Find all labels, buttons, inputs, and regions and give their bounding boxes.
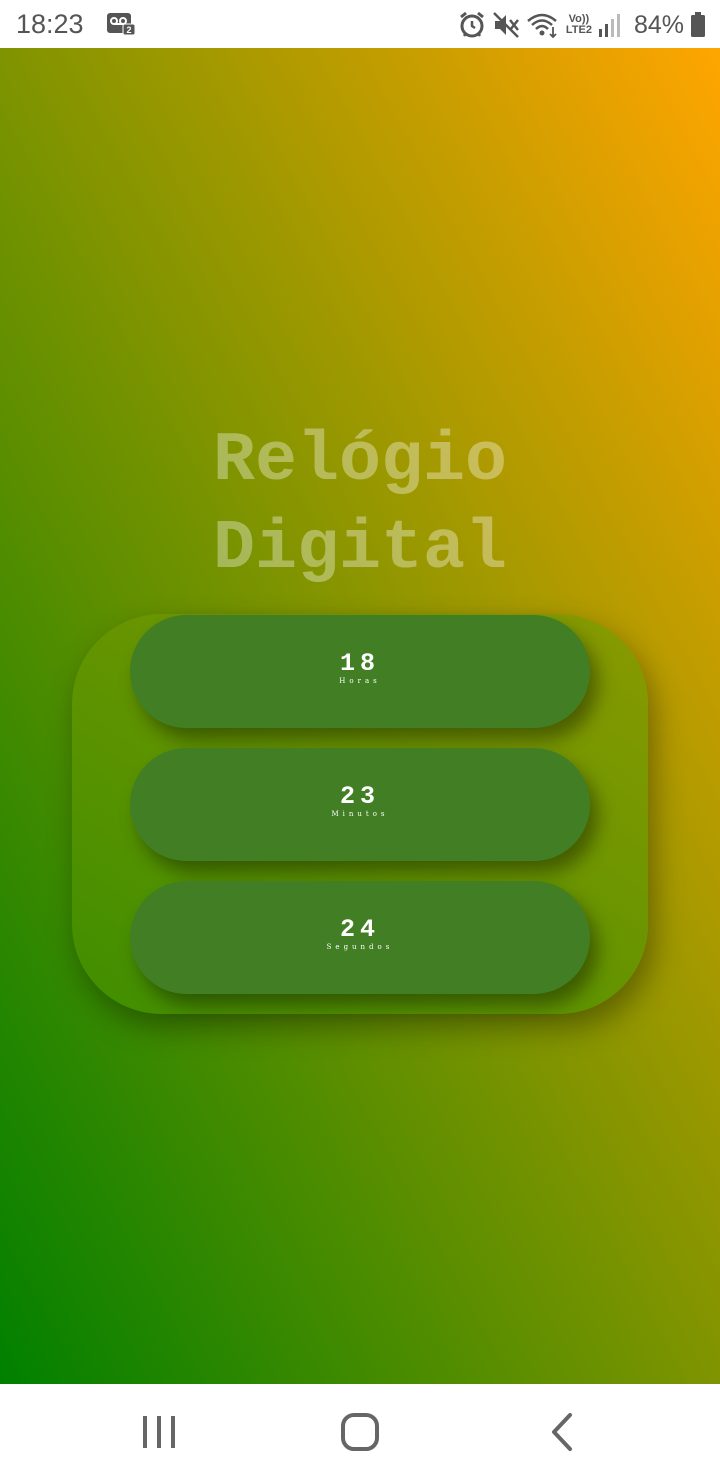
lte-label: LTE2 — [565, 24, 592, 36]
mute-icon — [492, 12, 519, 38]
minutes-value: 23 — [339, 782, 380, 811]
hours-display: 18 Horas — [130, 615, 590, 728]
navigation-bar — [0, 1384, 720, 1480]
hours-label: Horas — [339, 677, 381, 685]
status-icons: Vo)) LTE2 84% — [458, 8, 706, 42]
signal-icon — [598, 14, 620, 37]
minutes-label: Minutos — [331, 810, 389, 818]
seconds-value: 24 — [339, 915, 380, 944]
page-title: Relógio Digital — [0, 418, 720, 594]
status-bar: 18:23 2 Vo)) LTE2 84% — [0, 0, 720, 48]
voicemail-icon: 2 — [107, 13, 135, 35]
minutes-display: 23 Minutos — [130, 748, 590, 861]
title-line-2: Digital — [212, 510, 508, 589]
title-line-1: Relógio — [212, 422, 508, 501]
back-icon[interactable] — [538, 1412, 588, 1452]
battery-percent: 84% — [633, 10, 684, 39]
app-background: Relógio Digital 18 Horas 23 Minutos 24 S… — [0, 48, 720, 1384]
recent-apps-icon[interactable] — [134, 1412, 184, 1452]
alarm-icon — [459, 11, 484, 38]
seconds-label: Segundos — [326, 943, 394, 951]
seconds-display: 24 Segundos — [130, 881, 590, 994]
status-time: 18:23 — [16, 9, 84, 39]
wifi-icon — [527, 13, 557, 39]
hours-value: 18 — [339, 649, 380, 678]
lte-indicator: Vo)) LTE2 — [566, 14, 592, 36]
voicemail-badge: 2 — [126, 25, 131, 35]
home-icon[interactable] — [335, 1412, 385, 1452]
battery-icon — [691, 12, 705, 37]
